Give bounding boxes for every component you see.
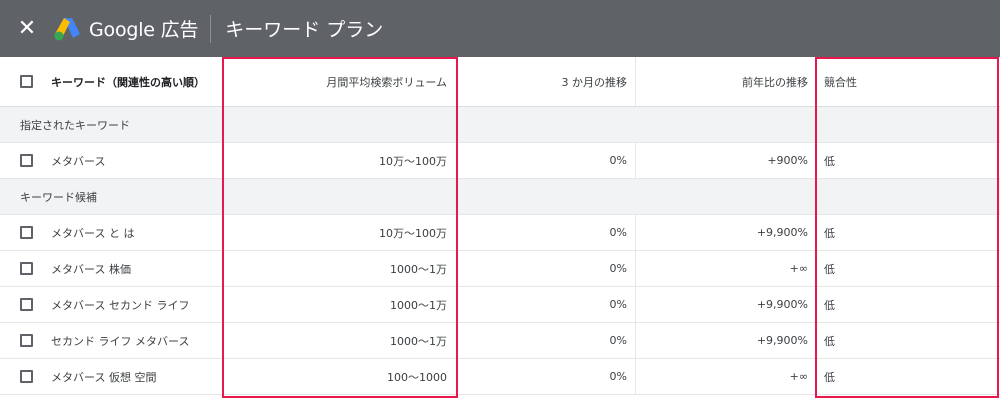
three-month-cell: 0%: [457, 323, 635, 358]
yoy-cell: +900%: [635, 143, 816, 178]
top-bar: ✕ Google 広告 キーワード プラン: [0, 0, 1000, 57]
group-label: キーワード候補: [20, 190, 97, 204]
competition-cell: 低: [816, 143, 1000, 178]
close-icon[interactable]: ✕: [15, 16, 39, 41]
three-month-cell: 0%: [457, 215, 635, 250]
three-month-cell: 0%: [457, 251, 635, 286]
table-header: キーワード（関連性の高い順） 月間平均検索ボリューム 3 か月の推移 前年比の推…: [0, 57, 1000, 107]
header-keyword: キーワード（関連性の高い順）: [0, 57, 222, 106]
group-label: 指定されたキーワード: [20, 118, 130, 132]
header-competition[interactable]: 競合性: [816, 57, 1000, 106]
volume-cell: 10万～100万: [379, 226, 447, 240]
competition-cell: 低: [816, 251, 1000, 286]
keyword-cell: メタバース 株価: [51, 262, 131, 276]
three-month-cell: 0%: [457, 143, 635, 178]
yoy-cell: +∞: [635, 251, 816, 286]
table-row[interactable]: セカンド ライフ メタバース 1000～1万 0% +9,900% 低: [0, 323, 1000, 359]
volume-cell: 1000～1万: [390, 262, 447, 276]
row-checkbox[interactable]: [20, 334, 33, 347]
yoy-cell: +9,900%: [635, 287, 816, 322]
group-row: 指定されたキーワード: [0, 107, 1000, 143]
keyword-table: キーワード（関連性の高い順） 月間平均検索ボリューム 3 か月の推移 前年比の推…: [0, 57, 1000, 395]
keyword-cell: メタバース と は: [51, 226, 135, 240]
keyword-cell: メタバース 仮想 空間: [51, 370, 157, 384]
yoy-cell: +9,900%: [635, 323, 816, 358]
brand-name: Google 広告: [89, 19, 199, 41]
row-checkbox[interactable]: [20, 154, 33, 167]
competition-cell: 低: [816, 287, 1000, 322]
row-checkbox[interactable]: [20, 262, 33, 275]
table-row[interactable]: メタバース セカンド ライフ 1000～1万 0% +9,900% 低: [0, 287, 1000, 323]
three-month-cell: 0%: [457, 287, 635, 322]
yoy-cell: +9,900%: [635, 215, 816, 250]
row-checkbox[interactable]: [20, 226, 33, 239]
volume-cell: 1000～1万: [390, 334, 447, 348]
google-ads-logo-icon: [54, 17, 80, 40]
header-three-month[interactable]: 3 か月の推移: [457, 57, 635, 106]
brand-divider: [210, 14, 212, 43]
table-row[interactable]: メタバース 仮想 空間 100～1000 0% +∞ 低: [0, 359, 1000, 395]
keyword-cell: セカンド ライフ メタバース: [51, 334, 190, 348]
volume-cell: 1000～1万: [390, 298, 447, 312]
competition-cell: 低: [816, 323, 1000, 358]
competition-cell: 低: [816, 215, 1000, 250]
volume-cell: 10万～100万: [379, 154, 447, 168]
page-title: キーワード プラン: [225, 19, 384, 41]
header-keyword-label[interactable]: キーワード（関連性の高い順）: [51, 74, 205, 90]
group-row: キーワード候補: [0, 179, 1000, 215]
table-row[interactable]: メタバース と は 10万～100万 0% +9,900% 低: [0, 215, 1000, 251]
table-row[interactable]: メタバース 10万～100万 0% +900% 低: [0, 143, 1000, 179]
yoy-cell: +∞: [635, 359, 816, 394]
keyword-cell: メタバース セカンド ライフ: [51, 298, 190, 312]
select-all-checkbox[interactable]: [20, 75, 33, 88]
volume-cell: 100～1000: [387, 370, 447, 384]
table-row[interactable]: メタバース 株価 1000～1万 0% +∞ 低: [0, 251, 1000, 287]
header-volume[interactable]: 月間平均検索ボリューム: [222, 57, 457, 106]
three-month-cell: 0%: [457, 359, 635, 394]
row-checkbox[interactable]: [20, 370, 33, 383]
keyword-cell: メタバース: [51, 154, 106, 168]
competition-cell: 低: [816, 359, 1000, 394]
header-yoy[interactable]: 前年比の推移: [635, 57, 816, 106]
row-checkbox[interactable]: [20, 298, 33, 311]
